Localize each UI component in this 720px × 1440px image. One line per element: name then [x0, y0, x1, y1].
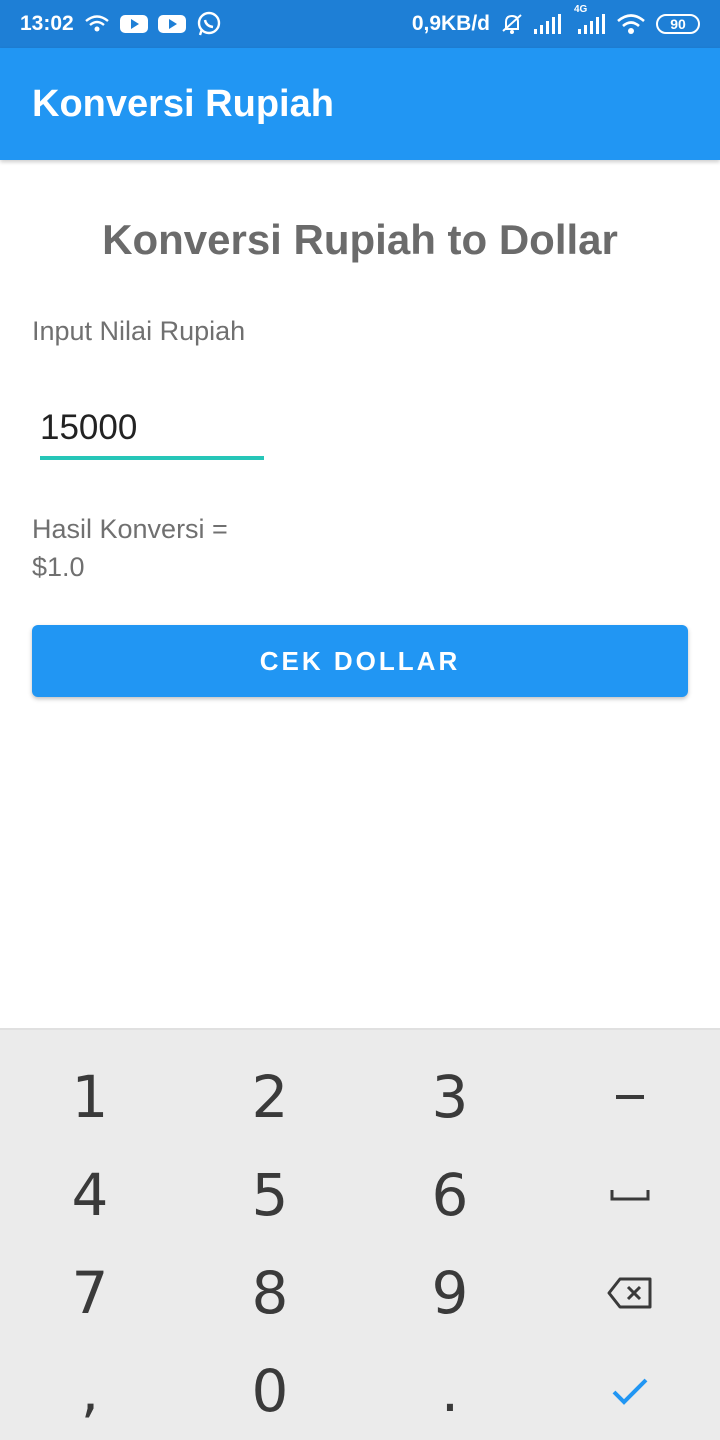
key-8[interactable]: 8	[180, 1244, 360, 1342]
status-bar-right: 0,9KB/d 4G 90	[411, 4, 700, 36]
key-5[interactable]: 5	[180, 1146, 360, 1244]
key-4[interactable]: 4	[0, 1146, 180, 1244]
battery-level: 90	[670, 16, 686, 32]
input-underline	[40, 456, 264, 460]
result-value: $1.0	[32, 552, 85, 582]
space-key-icon[interactable]	[540, 1146, 720, 1244]
numeric-keyboard: 1 2 3 4 5 6 7 8 9 , 0 .	[0, 1028, 720, 1440]
page-heading: Konversi Rupiah to Dollar	[102, 216, 618, 263]
key-9[interactable]: 9	[360, 1244, 540, 1342]
rupiah-input-value[interactable]: 15000	[40, 408, 137, 448]
cek-dollar-button[interactable]: CEK DOLLAR	[32, 625, 688, 697]
key-6[interactable]: 6	[360, 1146, 540, 1244]
key-2[interactable]: 2	[180, 1048, 360, 1146]
key-3[interactable]: 3	[360, 1048, 540, 1146]
whatsapp-icon	[196, 11, 222, 37]
battery-icon: 90	[656, 14, 700, 34]
youtube-icon	[119, 14, 148, 34]
wifi-calling-icon	[84, 14, 110, 34]
status-bar-left: 13:02	[20, 11, 222, 37]
key-comma[interactable]: ,	[0, 1342, 180, 1440]
alarm-off-icon	[500, 12, 524, 36]
done-key-icon[interactable]	[540, 1342, 720, 1440]
youtube-icon	[157, 14, 186, 34]
network-speed: 0,9KB/d	[411, 12, 490, 35]
cek-dollar-button-label: CEK DOLLAR	[259, 645, 461, 676]
key-period[interactable]: .	[360, 1342, 540, 1440]
app-bar: Konversi Rupiah	[0, 48, 720, 160]
wifi-icon	[616, 13, 646, 35]
app-title: Konversi Rupiah	[32, 82, 334, 125]
rupiah-input[interactable]: 15000	[40, 404, 264, 460]
input-label: Input Nilai Rupiah	[32, 316, 246, 346]
status-bar: 13:02 0,9KB/d 4G 90	[0, 0, 720, 48]
status-time: 13:02	[20, 12, 74, 35]
signal-icon	[534, 14, 562, 34]
result-text: Hasil Konversi = $1.0	[32, 510, 228, 586]
signal-4g-label: 4G	[574, 4, 588, 15]
result-label: Hasil Konversi =	[32, 514, 228, 544]
key-minus[interactable]	[540, 1048, 720, 1146]
key-0[interactable]: 0	[180, 1342, 360, 1440]
signal-4g-icon: 4G	[572, 4, 606, 34]
key-1[interactable]: 1	[0, 1048, 180, 1146]
key-7[interactable]: 7	[0, 1244, 180, 1342]
backspace-key-icon[interactable]	[540, 1244, 720, 1342]
